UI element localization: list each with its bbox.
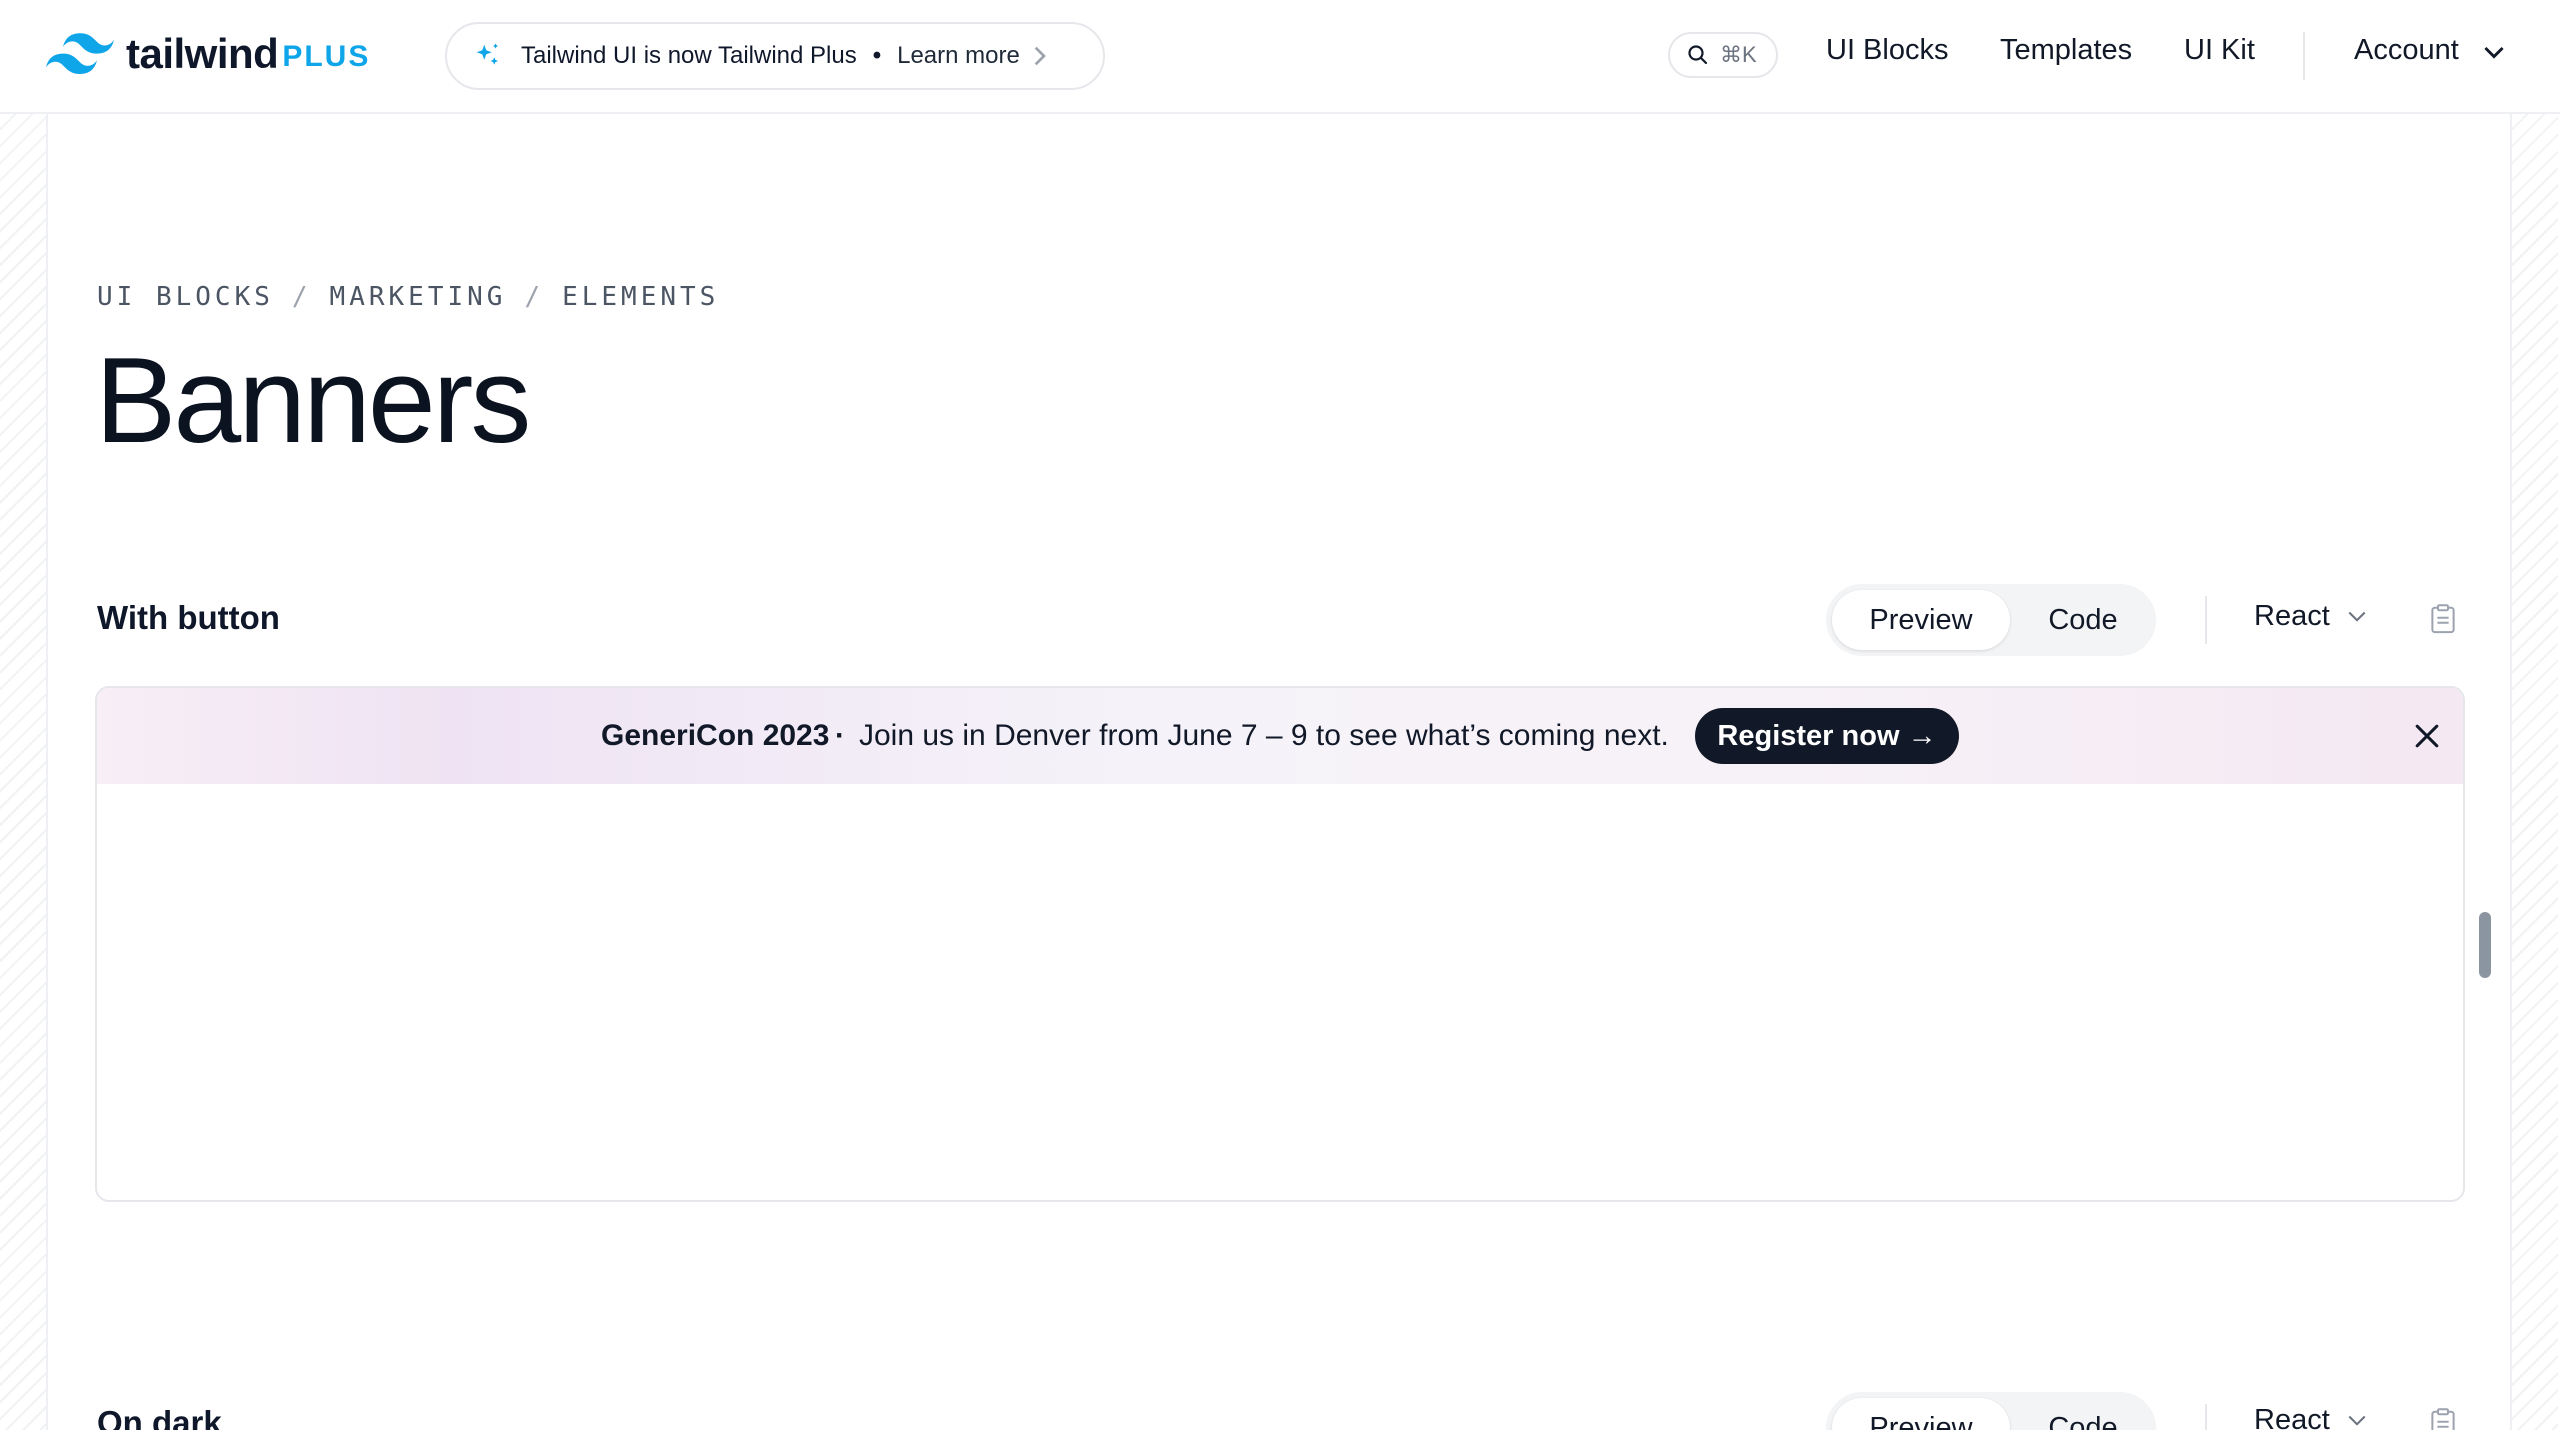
code-tab[interactable]: Code xyxy=(2016,1398,2150,1430)
breadcrumb-separator: / xyxy=(291,282,312,312)
learn-more-link[interactable]: Learn more xyxy=(897,42,1020,70)
framework-label: React xyxy=(2254,600,2330,632)
scrollbar-thumb[interactable] xyxy=(2479,912,2491,978)
framework-label: React xyxy=(2254,1404,2330,1430)
tailwind-logo-icon xyxy=(46,33,114,75)
chevron-down-icon xyxy=(2348,1415,2366,1426)
clipboard-icon[interactable] xyxy=(2430,604,2456,634)
component-preview-frame: GeneriCon 2023 · Join us in Denver from … xyxy=(95,686,2465,1202)
chevron-right-icon xyxy=(1034,46,1046,66)
search-shortcut: ⌘K xyxy=(1720,42,1757,67)
search-button[interactable]: ⌘K xyxy=(1668,32,1778,78)
framework-select[interactable]: React xyxy=(2254,600,2366,633)
nav-ui-blocks[interactable]: UI Blocks xyxy=(1826,34,1948,67)
search-icon xyxy=(1688,45,1708,65)
code-tab[interactable]: Code xyxy=(2016,590,2150,650)
clipboard-icon[interactable] xyxy=(2430,1408,2456,1430)
announcement-text: Tailwind UI is now Tailwind Plus xyxy=(521,42,857,69)
close-icon[interactable] xyxy=(2413,722,2441,750)
announcement-separator: • xyxy=(872,42,882,69)
banner-separator: · xyxy=(835,719,845,752)
preview-tab[interactable]: Preview xyxy=(1832,1398,2010,1430)
breadcrumb-separator: / xyxy=(524,282,545,312)
toolbar-divider xyxy=(2205,596,2207,644)
logo-plus-label: PLUS xyxy=(282,40,371,73)
breadcrumb-item-ui-blocks[interactable]: UI BLOCKS xyxy=(97,282,274,312)
section-title: With button xyxy=(97,599,280,636)
top-navigation-bar: tailwind PLUS Tailwind UI is now Tailwin… xyxy=(0,0,2560,114)
left-decorative-rail xyxy=(0,114,48,1430)
sparkles-icon xyxy=(476,43,498,65)
logo-wordmark: tailwind xyxy=(126,30,279,77)
preview-code-toggle: Preview Code xyxy=(1826,1392,2156,1430)
page-title: Banners xyxy=(95,332,531,468)
preview-code-toggle: Preview Code xyxy=(1826,584,2156,656)
register-now-button[interactable]: Register now → xyxy=(1695,708,1959,764)
preview-tab[interactable]: Preview xyxy=(1832,590,2010,650)
breadcrumb: UI BLOCKS / MARKETING / ELEMENTS xyxy=(97,282,719,312)
banner-event-name: GeneriCon 2023 xyxy=(601,719,830,752)
nav-ui-kit[interactable]: UI Kit xyxy=(2184,34,2255,67)
section-title: On dark xyxy=(97,1404,222,1430)
breadcrumb-item-marketing[interactable]: MARKETING xyxy=(330,282,507,312)
toolbar-divider xyxy=(2205,1404,2207,1430)
breadcrumb-item-elements[interactable]: ELEMENTS xyxy=(562,282,719,312)
logo-link[interactable]: tailwind PLUS xyxy=(46,30,370,78)
nav-divider xyxy=(2303,32,2305,80)
nav-templates[interactable]: Templates xyxy=(2000,34,2132,67)
chevron-down-icon[interactable] xyxy=(2484,46,2504,60)
right-decorative-rail xyxy=(2510,114,2558,1430)
chevron-down-icon xyxy=(2348,611,2366,622)
announcement-pill[interactable]: Tailwind UI is now Tailwind Plus • Learn… xyxy=(445,22,1105,90)
promo-banner: GeneriCon 2023 · Join us in Denver from … xyxy=(97,688,2463,784)
nav-account[interactable]: Account xyxy=(2354,34,2459,67)
banner-message: Join us in Denver from June 7 – 9 to see… xyxy=(859,719,1669,752)
framework-select[interactable]: React xyxy=(2254,1404,2366,1430)
